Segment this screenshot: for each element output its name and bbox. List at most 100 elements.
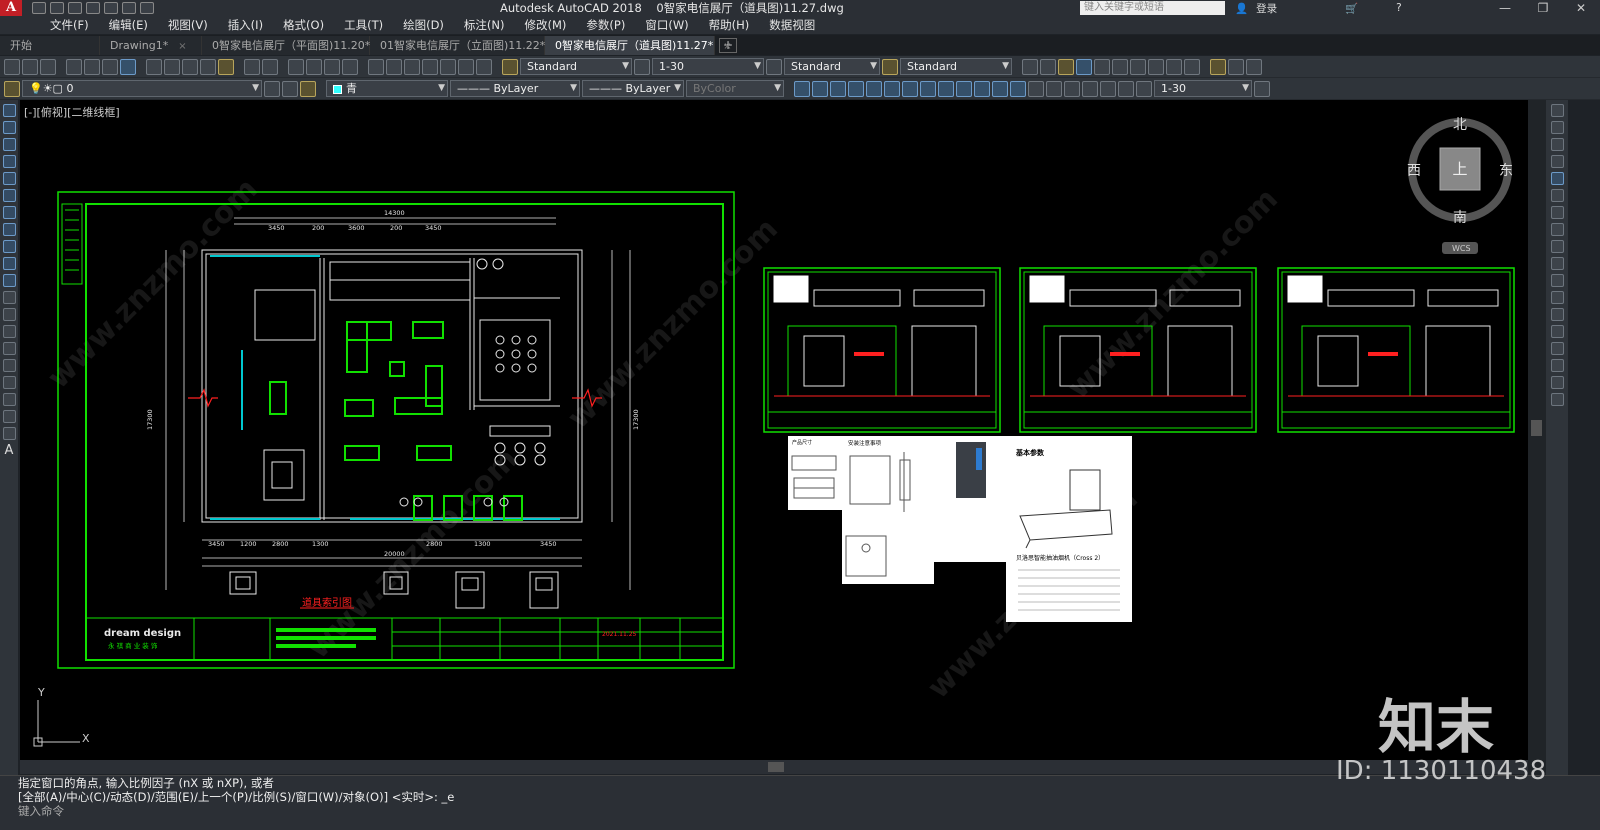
help-icon[interactable]: ? (1396, 2, 1402, 14)
text-style-icon[interactable] (502, 58, 518, 75)
tab-props[interactable]: 0智家电信展厅（道具图)11.27* × (545, 36, 732, 55)
menu-data-view[interactable]: 数据视图 (759, 16, 825, 34)
search-input[interactable]: 键入关键字或短语 (1080, 1, 1225, 15)
justify-text-icon[interactable] (1130, 58, 1146, 75)
line-icon[interactable] (2, 104, 16, 117)
save-as-icon[interactable] (86, 2, 100, 14)
viewcube[interactable]: 上 北 南 东 西 WCS (1407, 117, 1513, 254)
undo-icon[interactable] (244, 58, 260, 75)
tab-drawing1[interactable]: Drawing1* × (100, 36, 202, 55)
paste-icon[interactable] (182, 58, 198, 75)
undo-icon[interactable] (122, 2, 136, 14)
save-icon[interactable] (68, 2, 82, 14)
new-file-icon[interactable] (32, 2, 46, 14)
mtext-draw-icon[interactable] (2, 410, 16, 423)
dim-baseline-icon[interactable] (956, 80, 972, 97)
chamfer-icon[interactable] (1550, 342, 1564, 355)
multileader-style-icon[interactable] (882, 58, 898, 75)
add-selected-icon[interactable] (2, 427, 16, 440)
find-text-icon[interactable] (1076, 58, 1092, 75)
polyline-icon[interactable] (2, 138, 16, 151)
quick-dim-icon[interactable] (938, 80, 954, 97)
match-prop-icon[interactable] (200, 58, 216, 75)
autocad-logo-icon[interactable]: A (0, 0, 22, 16)
copy-object-icon[interactable] (1550, 121, 1564, 134)
erase-icon[interactable] (1550, 104, 1564, 117)
layer-tool1-icon[interactable] (1210, 58, 1226, 75)
product-cards[interactable]: 产品尺寸 安装注意事项 基本参数 贝洛思智能抽油烟机（Cross 2） (788, 436, 1132, 622)
zoom-previous-icon[interactable] (342, 58, 358, 75)
restore-icon[interactable]: ❐ (1524, 0, 1562, 16)
dim-ordinate-icon[interactable] (848, 80, 864, 97)
menu-window[interactable]: 窗口(W) (635, 16, 698, 34)
polygon-icon[interactable] (2, 155, 16, 168)
fillet-icon[interactable] (1550, 359, 1564, 372)
horizontal-scroll-thumb[interactable] (768, 762, 784, 772)
insert-block-icon[interactable] (2, 291, 16, 304)
dim-space-icon[interactable] (992, 80, 1008, 97)
linetype-select[interactable]: ——— ByLayer ▼ (450, 80, 580, 97)
tab-start[interactable]: 开始 (0, 36, 100, 55)
plot-icon[interactable] (104, 2, 118, 14)
menu-modify[interactable]: 修改(M) (515, 16, 577, 34)
mtext-icon[interactable] (1040, 58, 1056, 75)
copy-icon[interactable] (164, 58, 180, 75)
make-current-icon[interactable] (264, 80, 280, 97)
inspect-icon[interactable] (1064, 80, 1080, 97)
dim-angular-icon[interactable] (920, 80, 936, 97)
save-icon[interactable] (40, 58, 56, 75)
cut-icon[interactable] (146, 58, 162, 75)
open-icon[interactable] (22, 58, 38, 75)
ellipse-arc-icon[interactable] (2, 274, 16, 287)
dim-aligned-icon[interactable] (812, 80, 828, 97)
spline-icon[interactable] (2, 240, 16, 253)
preview-icon[interactable] (84, 58, 100, 75)
trim-icon[interactable] (1550, 257, 1564, 270)
open-file-icon[interactable] (50, 2, 64, 14)
mirror-icon[interactable] (1550, 138, 1564, 151)
login-link[interactable]: 登录 (1256, 1, 1277, 16)
print-icon[interactable] (66, 58, 82, 75)
calculator-icon[interactable] (458, 58, 474, 75)
text-field-icon[interactable] (1184, 58, 1200, 75)
dim-scale-select[interactable]: 1-30 ▼ (1154, 80, 1252, 97)
menu-format[interactable]: 格式(O) (273, 16, 334, 34)
zoom-window-icon[interactable] (324, 58, 340, 75)
tool-palettes-icon[interactable] (404, 58, 420, 75)
zoom-realtime-icon[interactable] (306, 58, 322, 75)
dim-update-icon[interactable] (1136, 80, 1152, 97)
minimize-icon[interactable]: — (1486, 0, 1524, 16)
close-icon[interactable]: ✕ (1562, 0, 1600, 16)
dim-diameter-icon[interactable] (902, 80, 918, 97)
vertical-scroll-thumb[interactable] (1531, 420, 1542, 436)
lineweight-select[interactable]: ——— ByLayer ▼ (582, 80, 684, 97)
annotation-scale-select[interactable]: 1-30 ▼ (652, 58, 764, 75)
drawing-canvas[interactable]: [-][俯视][二维线框] www.znzmo.com www.znzmo.co… (20, 100, 1528, 760)
text-style-select[interactable]: Standard ▼ (520, 58, 632, 75)
circle-icon[interactable] (2, 206, 16, 219)
horizontal-scrollbar[interactable] (20, 760, 1528, 774)
rotate-icon[interactable] (1550, 206, 1564, 219)
pan-icon[interactable] (288, 58, 304, 75)
menu-parametric[interactable]: 参数(P) (576, 16, 635, 34)
convert-text-icon[interactable] (1166, 58, 1182, 75)
dim-jogged-icon[interactable] (884, 80, 900, 97)
ellipse-icon[interactable] (2, 257, 16, 270)
publish-icon[interactable] (102, 58, 118, 75)
3d-dwf-icon[interactable] (120, 58, 136, 75)
blend-icon[interactable] (1550, 376, 1564, 389)
dim-continue-icon[interactable] (974, 80, 990, 97)
tab-elevation[interactable]: 01智家电信展厅（立面图)11.22*× (370, 36, 564, 55)
table-icon[interactable] (2, 393, 16, 406)
extend-icon[interactable] (1550, 274, 1564, 287)
dim-style-manager-icon[interactable] (1254, 80, 1270, 97)
join-icon[interactable] (1550, 325, 1564, 338)
help-icon[interactable] (476, 58, 492, 75)
menu-view[interactable]: 视图(V) (158, 16, 218, 34)
layer-select[interactable]: 💡☀▢ 0 ▼ (22, 80, 262, 97)
point-icon[interactable] (2, 325, 16, 338)
make-block-icon[interactable] (2, 308, 16, 321)
dim-style-select[interactable]: Standard ▼ (784, 58, 880, 75)
text-a-icon[interactable] (1022, 58, 1038, 75)
color-select[interactable]: 青 ▼ (326, 80, 448, 97)
